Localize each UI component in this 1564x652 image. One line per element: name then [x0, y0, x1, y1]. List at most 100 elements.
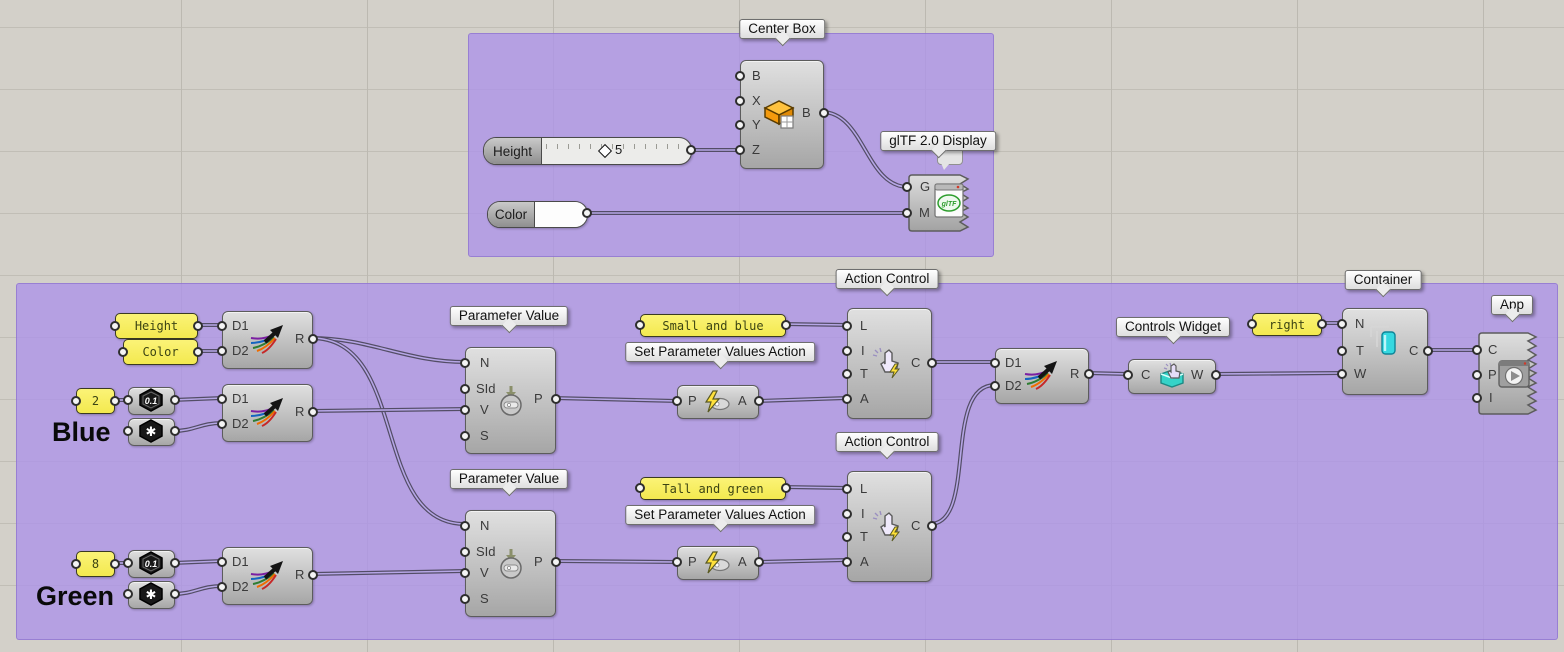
input-nub-S[interactable]: [460, 594, 470, 604]
merge-node-1[interactable]: D1 D2 R: [222, 311, 313, 369]
input-nub-N[interactable]: [460, 521, 470, 531]
output-nub-A[interactable]: [754, 557, 764, 567]
app-node[interactable]: C P I: [1478, 332, 1542, 415]
param-value-node-1[interactable]: N SId V S P: [465, 347, 556, 454]
swatch-color-well[interactable]: [535, 202, 587, 227]
input-nub-Z[interactable]: [735, 145, 745, 155]
input-nub-T[interactable]: [842, 532, 852, 542]
output-nub[interactable]: [170, 426, 180, 436]
input-nub-W[interactable]: [1337, 369, 1347, 379]
panel-input-nub[interactable]: [71, 396, 81, 406]
input-nub-N[interactable]: [460, 358, 470, 368]
panel-output-nub[interactable]: [110, 396, 120, 406]
input-nub-L[interactable]: [842, 321, 852, 331]
output-nub-R[interactable]: [1084, 369, 1094, 379]
merge-node-3[interactable]: D1 D2 R: [222, 547, 313, 605]
grasshopper-canvas[interactable]: Center Box B X Y Z B Height 5 Color glTF…: [0, 0, 1564, 652]
input-nub-V[interactable]: [460, 405, 470, 415]
output-nub[interactable]: [170, 395, 180, 405]
input-nub-N[interactable]: [1337, 319, 1347, 329]
panel-value-2[interactable]: 2: [76, 388, 115, 414]
swatch-output-nub[interactable]: [582, 208, 592, 218]
input-nub-D2[interactable]: [990, 381, 1000, 391]
input-nub-M[interactable]: [902, 208, 912, 218]
panel-input-nub[interactable]: [110, 321, 120, 331]
input-nub-D1[interactable]: [217, 321, 227, 331]
input-nub-D2[interactable]: [217, 419, 227, 429]
panel-small-blue[interactable]: Small and blue: [640, 314, 786, 337]
input-nub-D1[interactable]: [217, 394, 227, 404]
output-nub-P[interactable]: [551, 394, 561, 404]
input-nub-I[interactable]: [842, 509, 852, 519]
action-control-node-2[interactable]: L I T A C: [847, 471, 932, 582]
input-nub-G[interactable]: [902, 182, 912, 192]
input-nub-P[interactable]: [672, 396, 682, 406]
number-param-node-2[interactable]: 0.1: [128, 550, 175, 578]
output-nub-A[interactable]: [754, 396, 764, 406]
panel-output-nub[interactable]: [110, 559, 120, 569]
output-nub-B[interactable]: [819, 108, 829, 118]
panel-tall-green[interactable]: Tall and green: [640, 477, 786, 500]
input-nub-B[interactable]: [735, 71, 745, 81]
panel-output-nub[interactable]: [193, 321, 203, 331]
output-nub-C[interactable]: [1423, 346, 1433, 356]
set-param-node-2[interactable]: P A: [677, 546, 759, 580]
merge-node-2[interactable]: D1 D2 R: [222, 384, 313, 442]
input-nub-I[interactable]: [1472, 393, 1482, 403]
output-nub[interactable]: [170, 589, 180, 599]
panel-color[interactable]: Color: [123, 339, 198, 365]
input-nub-S[interactable]: [460, 431, 470, 441]
input-nub-P[interactable]: [672, 557, 682, 567]
merge-node-4[interactable]: D1 D2 R: [995, 348, 1089, 404]
input-nub-T[interactable]: [842, 369, 852, 379]
input-nub-SId[interactable]: [460, 384, 470, 394]
height-slider[interactable]: Height: [483, 137, 692, 165]
panel-input-nub[interactable]: [118, 347, 128, 357]
center-box-node[interactable]: B X Y Z B: [740, 60, 824, 169]
panel-output-nub[interactable]: [1317, 319, 1327, 329]
panel-input-nub[interactable]: [1247, 319, 1257, 329]
panel-input-nub[interactable]: [635, 483, 645, 493]
param-value-node-2[interactable]: N SId V S P: [465, 510, 556, 617]
container-node[interactable]: N T W C: [1342, 308, 1428, 395]
output-nub-P[interactable]: [551, 557, 561, 567]
output-nub-C[interactable]: [927, 358, 937, 368]
input-nub-D1[interactable]: [990, 358, 1000, 368]
input-nub-X[interactable]: [735, 96, 745, 106]
panel-output-nub[interactable]: [781, 483, 791, 493]
panel-input-nub[interactable]: [71, 559, 81, 569]
set-param-node-1[interactable]: P A: [677, 385, 759, 419]
controls-widget-node[interactable]: C W: [1128, 359, 1216, 394]
input-nub[interactable]: [123, 589, 133, 599]
output-nub-C[interactable]: [927, 521, 937, 531]
output-nub-R[interactable]: [308, 334, 318, 344]
input-nub-D2[interactable]: [217, 582, 227, 592]
color-swatch[interactable]: Color: [487, 201, 588, 228]
input-nub-C[interactable]: [1123, 370, 1133, 380]
input-nub-I[interactable]: [842, 346, 852, 356]
slider-output-nub[interactable]: [686, 145, 696, 155]
input-nub-SId[interactable]: [460, 547, 470, 557]
input-nub-A[interactable]: [842, 394, 852, 404]
panel-output-nub[interactable]: [193, 347, 203, 357]
input-nub-V[interactable]: [460, 568, 470, 578]
input-nub-C[interactable]: [1472, 345, 1482, 355]
input-nub[interactable]: [123, 395, 133, 405]
panel-right[interactable]: right: [1252, 313, 1322, 336]
input-nub[interactable]: [123, 558, 133, 568]
output-nub-R[interactable]: [308, 407, 318, 417]
panel-value-8[interactable]: 8: [76, 551, 115, 577]
input-nub-D2[interactable]: [217, 346, 227, 356]
colour-param-node-1[interactable]: ✱: [128, 418, 175, 446]
number-param-node-1[interactable]: 0.1: [128, 387, 175, 415]
input-nub[interactable]: [123, 426, 133, 436]
output-nub-W[interactable]: [1211, 370, 1221, 380]
input-nub-T[interactable]: [1337, 346, 1347, 356]
output-nub-R[interactable]: [308, 570, 318, 580]
action-control-node-1[interactable]: L I T A C: [847, 308, 932, 419]
input-nub-D1[interactable]: [217, 557, 227, 567]
input-nub-Y[interactable]: [735, 120, 745, 130]
panel-height[interactable]: Height: [115, 313, 198, 339]
input-nub-L[interactable]: [842, 484, 852, 494]
colour-param-node-2[interactable]: ✱: [128, 581, 175, 609]
